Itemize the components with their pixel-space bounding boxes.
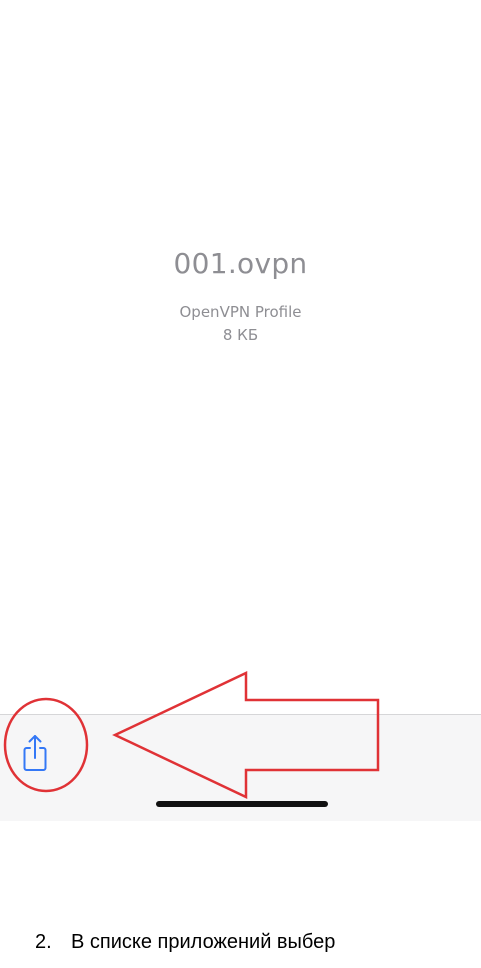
annotation-overlay: [3, 671, 380, 799]
file-name: 001.ovpn: [173, 247, 308, 280]
bottom-toolbar: [0, 714, 481, 821]
file-type: OpenVPN Profile: [179, 303, 302, 321]
instruction-text: В списке приложений выбер: [71, 931, 336, 953]
instruction-number: 2.: [35, 931, 52, 953]
home-indicator: [156, 801, 328, 807]
file-size: 8 КБ: [222, 326, 259, 344]
file-preview-screen: 001.ovpn OpenVPN Profile 8 КБ 2. В списк…: [0, 0, 481, 968]
share-icon: [23, 735, 47, 771]
instruction-step: 2. В списке приложений выбер: [0, 925, 481, 961]
share-button[interactable]: [17, 732, 53, 772]
